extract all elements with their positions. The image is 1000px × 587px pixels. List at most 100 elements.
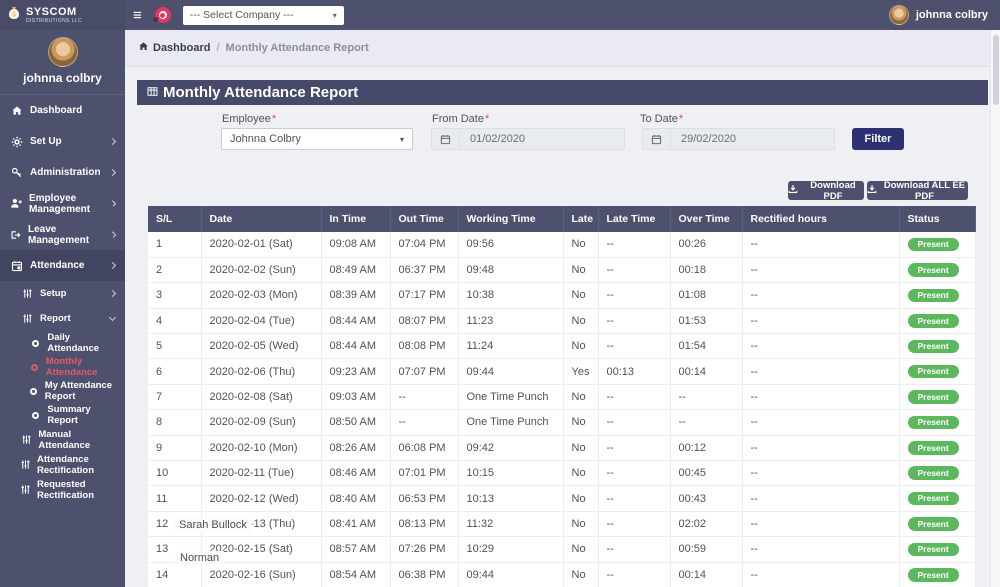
chevron-down-icon: ▾ bbox=[400, 135, 404, 144]
sidebar-menu: DashboardSet UpAdministration Employee Ma… bbox=[0, 95, 125, 502]
cell-over-time: -- bbox=[670, 384, 742, 409]
brand-name: SYSCOM bbox=[26, 7, 82, 18]
cell-late-time: -- bbox=[598, 511, 670, 536]
sidebar-item-dashboard[interactable]: Dashboard bbox=[0, 95, 125, 126]
employee-option[interactable]: Sarah Bullock bbox=[174, 518, 252, 532]
status-badge: Present bbox=[908, 492, 959, 506]
main-area: ≡ --- Select Company --- ▾ johnna colbry… bbox=[125, 0, 1000, 587]
cell-late-time: -- bbox=[598, 537, 670, 562]
cell-rectified-hours: -- bbox=[742, 461, 899, 486]
employee-select[interactable]: Johnna Colbry ▾ bbox=[221, 128, 413, 150]
topbar-user[interactable]: johnna colbry bbox=[889, 5, 1000, 25]
vertical-scrollbar[interactable] bbox=[990, 30, 1000, 587]
cell-status: Present bbox=[899, 308, 975, 333]
cell-out-time: 07:17 PM bbox=[390, 283, 458, 308]
cell-date: 2020-02-01 (Sat) bbox=[201, 232, 321, 257]
from-date-label: From Date bbox=[432, 113, 489, 125]
download-pdf-label: Download PDF bbox=[802, 180, 864, 202]
cell-over-time: 00:26 bbox=[670, 232, 742, 257]
cell-status: Present bbox=[899, 232, 975, 257]
sidebar-item-label: Report bbox=[40, 313, 71, 324]
cell-out-time: 08:07 PM bbox=[390, 308, 458, 333]
cell-late: No bbox=[563, 283, 598, 308]
app-window: $ SYSCOM DISTRIBUTIONS LLC johnna colbry… bbox=[0, 0, 1000, 587]
cell-status: Present bbox=[899, 334, 975, 359]
sidebar-item-leave-management[interactable]: Leave Management bbox=[0, 219, 125, 250]
cell-late: No bbox=[563, 562, 598, 587]
sidebar-item-employee-management[interactable]: Employee Management bbox=[0, 188, 125, 219]
cell-status: Present bbox=[899, 537, 975, 562]
cell-rectified-hours: -- bbox=[742, 308, 899, 333]
sidebar-item-requested-rectification[interactable]: Requested Rectification bbox=[0, 477, 125, 502]
table-row: 52020-02-05 (Wed)08:44 AM08:08 PM11:24No… bbox=[148, 334, 975, 359]
chevron-down-icon bbox=[109, 313, 116, 320]
column-header-over-time: Over Time bbox=[670, 206, 742, 232]
breadcrumb-home-link[interactable]: Dashboard bbox=[138, 41, 210, 55]
cell-in-time: 09:23 AM bbox=[321, 359, 390, 384]
brand-logo[interactable]: $ SYSCOM DISTRIBUTIONS LLC bbox=[0, 0, 125, 30]
chevron-right-icon bbox=[109, 262, 116, 269]
breadcrumb-separator: / bbox=[216, 42, 219, 54]
cell-out-time: -- bbox=[390, 410, 458, 435]
table-row: 72020-02-08 (Sat)09:03 AM--One Time Punc… bbox=[148, 384, 975, 409]
sidebar-item-monthly-attendance[interactable]: Monthly Attendance bbox=[0, 355, 125, 379]
avatar[interactable] bbox=[48, 37, 78, 67]
page-title-bar: Monthly Attendance Report bbox=[137, 80, 988, 105]
status-badge: Present bbox=[908, 441, 959, 455]
sidebar-item-setup[interactable]: Setup bbox=[0, 281, 125, 306]
sidebar-user-name: johnna colbry bbox=[0, 71, 125, 85]
download-icon bbox=[867, 184, 877, 197]
table-row: 82020-02-09 (Sun)08:50 AM--One Time Punc… bbox=[148, 410, 975, 435]
sidebar-item-manual-attendance[interactable]: Manual Attendance bbox=[0, 427, 125, 452]
cell-over-time: 00:43 bbox=[670, 486, 742, 511]
table-row: 32020-02-03 (Mon)08:39 AM07:17 PM10:38No… bbox=[148, 283, 975, 308]
employee-option[interactable]: Norman bbox=[175, 551, 224, 565]
cell-out-time: 06:37 PM bbox=[390, 257, 458, 282]
sidebar-item-label: Setup bbox=[40, 288, 66, 299]
avatar bbox=[889, 5, 909, 25]
table-row: 102020-02-11 (Tue)08:46 AM07:01 PM10:15N… bbox=[148, 461, 975, 486]
cell-late-time: -- bbox=[598, 435, 670, 460]
table-row: 92020-02-10 (Mon)08:26 AM06:08 PM09:42No… bbox=[148, 435, 975, 460]
key-icon bbox=[10, 167, 24, 179]
cell-sl: 10 bbox=[148, 461, 201, 486]
cell-rectified-hours: -- bbox=[742, 232, 899, 257]
cell-working-time: 10:13 bbox=[458, 486, 563, 511]
cell-sl: 8 bbox=[148, 410, 201, 435]
download-pdf-button[interactable]: Download PDF bbox=[788, 181, 864, 200]
cell-date: 2020-02-05 (Wed) bbox=[201, 334, 321, 359]
sidebar-item-my-attendance-report[interactable]: My Attendance Report bbox=[0, 379, 125, 403]
sidebar-item-report[interactable]: Report bbox=[0, 306, 125, 331]
cell-in-time: 08:26 AM bbox=[321, 435, 390, 460]
sidebar-item-label: My Attendance Report bbox=[45, 380, 115, 402]
cell-late-time: -- bbox=[598, 410, 670, 435]
sidebar-item-attendance[interactable]: Attendance bbox=[0, 250, 125, 281]
to-date-input[interactable]: 29/02/2020 bbox=[642, 128, 835, 150]
from-date-input[interactable]: 01/02/2020 bbox=[431, 128, 625, 150]
breadcrumb-home-label: Dashboard bbox=[153, 42, 210, 54]
cell-status: Present bbox=[899, 435, 975, 460]
cell-status: Present bbox=[899, 461, 975, 486]
sidebar-item-administration[interactable]: Administration bbox=[0, 157, 125, 188]
filter-button[interactable]: Filter bbox=[852, 128, 904, 150]
scrollbar-thumb[interactable] bbox=[993, 35, 999, 105]
sidebar-item-summary-report[interactable]: Summary Report bbox=[0, 403, 125, 427]
sidebar-item-set-up[interactable]: Set Up bbox=[0, 126, 125, 157]
cell-late-time: -- bbox=[598, 308, 670, 333]
download-all-ee-pdf-button[interactable]: Download ALL EE PDF bbox=[867, 181, 968, 200]
sidebar-item-attendance-rectification[interactable]: Attendance Rectification bbox=[0, 452, 125, 477]
status-badge: Present bbox=[908, 340, 959, 354]
moneybag-icon: $ bbox=[6, 5, 22, 26]
cell-in-time: 08:50 AM bbox=[321, 410, 390, 435]
app-logo-icon[interactable] bbox=[155, 7, 171, 23]
status-badge: Present bbox=[908, 263, 959, 277]
hamburger-menu-icon[interactable]: ≡ bbox=[133, 8, 142, 23]
sidebar-item-daily-attendance[interactable]: Daily Attendance bbox=[0, 331, 125, 355]
company-select[interactable]: --- Select Company --- ▾ bbox=[183, 6, 344, 25]
cell-rectified-hours: -- bbox=[742, 435, 899, 460]
gear-icon bbox=[10, 136, 24, 148]
sidebar: $ SYSCOM DISTRIBUTIONS LLC johnna colbry… bbox=[0, 0, 125, 587]
sidebar-item-label: Employee Management bbox=[29, 193, 105, 215]
cell-out-time: 06:53 PM bbox=[390, 486, 458, 511]
cell-working-time: 09:56 bbox=[458, 232, 563, 257]
